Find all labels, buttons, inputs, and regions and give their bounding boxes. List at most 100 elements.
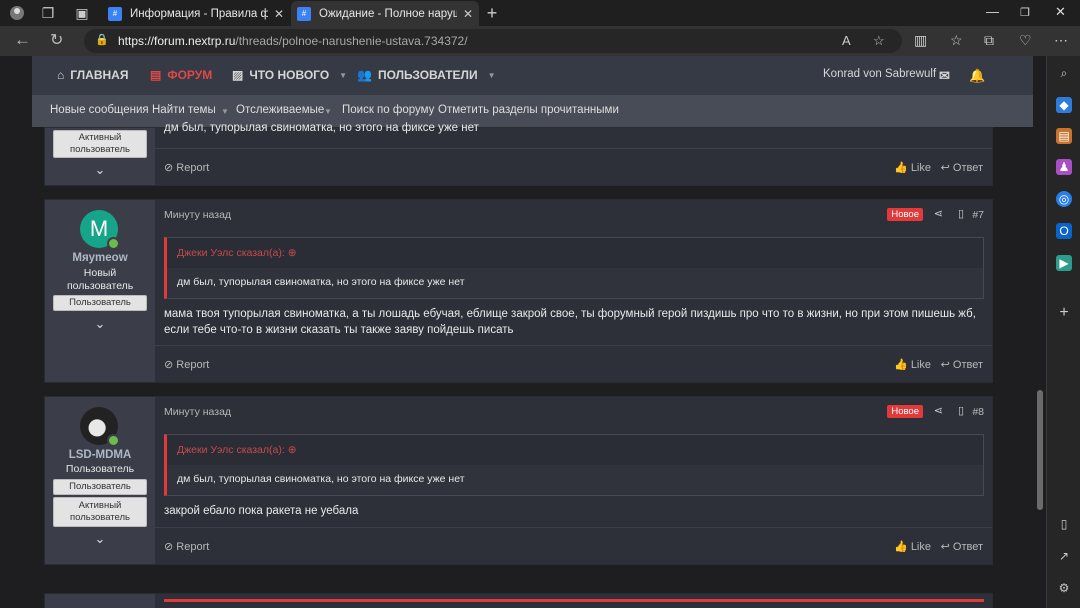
collections-icon[interactable]: ⧉ xyxy=(984,32,994,49)
post-number[interactable]: #8 xyxy=(972,406,984,418)
chevron-down-icon[interactable]: ⌄ xyxy=(45,316,155,332)
add-panel-icon[interactable]: + xyxy=(1056,304,1072,321)
report-button[interactable]: ⊘ Report xyxy=(164,358,209,371)
like-button[interactable]: 👍 Like xyxy=(894,358,931,371)
favorites-icon[interactable]: ☆ xyxy=(950,32,963,49)
url-host: https://forum.nextrp.ru xyxy=(118,34,236,48)
mail-icon[interactable]: ✉ xyxy=(939,68,950,84)
workspaces-icon[interactable]: ❐ xyxy=(38,3,58,23)
post-user-column: LSD-MDMA Пользователь Пользователь Актив… xyxy=(45,397,155,564)
chevron-down-icon[interactable]: ⌄ xyxy=(45,531,155,547)
username-link[interactable]: Mяymeow xyxy=(45,252,155,264)
chat-icon: ▨ xyxy=(232,68,244,82)
sidebar-toggle-icon[interactable]: ▯ xyxy=(1056,516,1072,532)
post: M Mяymeow Новый пользователь Пользовател… xyxy=(44,199,993,383)
subnav-new-posts[interactable]: Новые сообщения xyxy=(50,104,149,116)
chevron-down-icon: ▼ xyxy=(339,70,348,80)
browser-sidebar: ⌕ ◆ ▤ ♟ ◎ O ▶ + ▯ ↗ ⚙ xyxy=(1046,56,1080,608)
copilot-icon[interactable]: ◎ xyxy=(1056,191,1072,207)
tab-actions-icon[interactable]: ▣ xyxy=(72,3,92,23)
nav-forum[interactable]: ▤ ФОРУМ xyxy=(150,68,212,82)
post-message: закрой ебало пока ракета не уебала xyxy=(164,505,359,517)
report-button[interactable]: ⊘ Report xyxy=(164,540,209,553)
games-icon[interactable]: ♟ xyxy=(1056,159,1072,175)
browser-tab-bar: ❐ ▣ # Информация - Правила форума ✕ # Ож… xyxy=(0,0,1080,26)
settings-gear-icon[interactable]: ⚙ xyxy=(1056,580,1072,596)
user-title: Пользователь xyxy=(65,463,135,475)
online-indicator-icon xyxy=(107,237,120,250)
bookmark-icon[interactable]: ▯ xyxy=(958,207,964,220)
address-field[interactable]: 🔒 https://forum.nextrp.ru/threads/polnoe… xyxy=(84,29,902,53)
nav-home[interactable]: ⌂ ГЛАВНАЯ xyxy=(57,68,128,82)
quote-text: дм был, тупорылая свиноматка, но этого н… xyxy=(167,465,983,495)
tools-icon[interactable]: ▤ xyxy=(1056,128,1072,144)
subnav-mark-read[interactable]: Отметить разделы прочитанными xyxy=(438,104,619,116)
read-aloud-icon[interactable]: A xyxy=(842,33,851,48)
shopping-icon[interactable]: ◆ xyxy=(1056,97,1072,113)
post-message: дм был, тупорылая свиноматка, но этого н… xyxy=(164,122,479,134)
search-icon[interactable]: ⌕ xyxy=(1056,65,1072,81)
outlook-icon[interactable]: O xyxy=(1056,223,1072,239)
share-icon[interactable]: ⋖ xyxy=(934,207,943,220)
post: LSD-MDMA Пользователь Пользователь Актив… xyxy=(44,396,993,565)
like-button[interactable]: 👍 Like xyxy=(894,540,931,553)
user-badge: Пользователь xyxy=(53,479,147,495)
nav-whats-new[interactable]: ▨ ЧТО НОВОГО ▼ xyxy=(232,68,347,82)
send-icon[interactable]: ▶ xyxy=(1056,255,1072,271)
heart-icon[interactable]: ♡ xyxy=(1019,32,1032,49)
user-title: Новый пользователь xyxy=(67,267,134,292)
post-time[interactable]: Минуту назад xyxy=(164,209,231,221)
new-tab-button[interactable]: + xyxy=(482,3,502,23)
more-menu-icon[interactable]: ⋯ xyxy=(1054,32,1068,49)
post-time[interactable]: Минуту назад xyxy=(164,406,231,418)
bookmark-icon[interactable]: ▯ xyxy=(958,404,964,417)
scrollbar-thumb[interactable] xyxy=(1037,390,1043,510)
bell-icon[interactable]: 🔔 xyxy=(969,68,985,84)
subnav-watched[interactable]: Отслеживаемые xyxy=(236,104,324,116)
split-screen-icon[interactable]: ▥ xyxy=(914,32,927,49)
avatar[interactable] xyxy=(80,407,120,447)
close-tab-icon[interactable]: ✕ xyxy=(274,7,284,21)
report-button[interactable]: ⊘ Report xyxy=(164,161,209,174)
close-tab-icon[interactable]: ✕ xyxy=(463,7,473,21)
reply-button[interactable]: ↩ Ответ xyxy=(941,358,983,371)
site-favicon-icon: # xyxy=(108,6,122,21)
post-actions: ⊘ Report 👍 Like ↩ Ответ xyxy=(155,527,992,564)
user-account[interactable]: Konrad von Sabrewulf xyxy=(823,68,936,80)
avatar[interactable]: M xyxy=(80,210,120,250)
post-user-column: M Mяymeow Новый пользователь Пользовател… xyxy=(45,200,155,382)
favorite-star-icon[interactable]: ☆ xyxy=(873,33,885,49)
reply-button[interactable]: ↩ Ответ xyxy=(941,161,983,174)
post-number[interactable]: #7 xyxy=(972,209,984,221)
chevron-down-icon[interactable]: ▼ xyxy=(221,107,229,116)
post: Активный пользователь ⌄ дм был, тупорыла… xyxy=(44,122,993,186)
reply-button[interactable]: ↩ Ответ xyxy=(941,540,983,553)
window-close-icon[interactable]: ✕ xyxy=(1055,4,1066,20)
share-icon[interactable]: ⋖ xyxy=(934,404,943,417)
like-button[interactable]: 👍 Like xyxy=(894,161,931,174)
chevron-down-icon[interactable]: ⌄ xyxy=(45,162,155,178)
external-link-icon[interactable]: ↗ xyxy=(1056,548,1072,564)
user-badge: Активный пользователь xyxy=(53,130,147,158)
refresh-icon[interactable]: ↻ xyxy=(50,30,63,50)
username-link[interactable]: LSD-MDMA xyxy=(45,449,155,461)
scrollbar[interactable] xyxy=(1034,56,1046,608)
quote-author[interactable]: Джеки Уэлс сказал(а): ⊕ xyxy=(177,247,297,259)
chevron-down-icon[interactable]: ▼ xyxy=(324,107,332,116)
subnav-find-threads[interactable]: Найти темы xyxy=(152,104,216,116)
url-path: /threads/polnoe-narushenie-ustava.734372… xyxy=(235,34,468,48)
tab-thread[interactable]: # Ожидание - Полное нарушение устава ✕ xyxy=(291,1,479,26)
new-badge: Новое xyxy=(887,208,923,221)
subnav-search[interactable]: Поиск по форуму xyxy=(342,104,434,116)
minimize-icon[interactable]: — xyxy=(986,4,999,19)
maximize-icon[interactable]: ❐ xyxy=(1020,6,1030,19)
quote-author[interactable]: Джеки Уэлс сказал(а): ⊕ xyxy=(177,444,297,456)
new-badge: Новое xyxy=(887,405,923,418)
back-icon[interactable]: ← xyxy=(14,30,31,50)
quote-block: Джеки Уэлс сказал(а): ⊕ дм был, тупорыла… xyxy=(164,434,984,496)
nav-users[interactable]: 👥 ПОЛЬЗОВАТЕЛИ ▼ xyxy=(357,68,496,82)
post xyxy=(44,593,993,608)
site-favicon-icon: # xyxy=(297,6,311,21)
tab-rules[interactable]: # Информация - Правила форума ✕ xyxy=(102,1,290,26)
profile-icon[interactable] xyxy=(7,3,27,23)
